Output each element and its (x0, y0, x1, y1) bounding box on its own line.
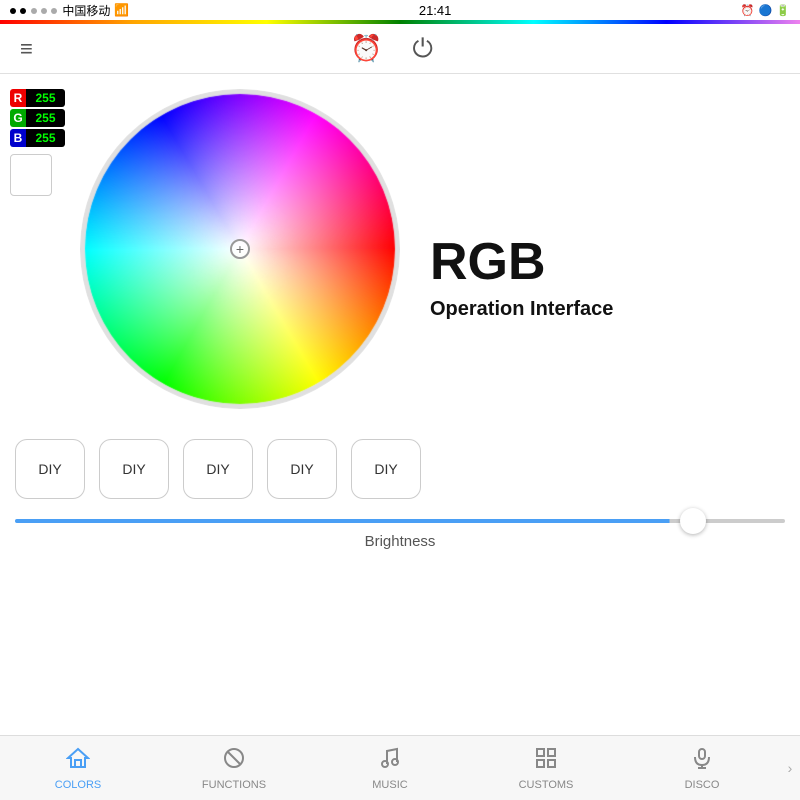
nav-item-functions[interactable]: FUNCTIONS (156, 736, 312, 800)
g-label: G (10, 109, 26, 127)
diy-button-3[interactable]: DIY (183, 439, 253, 499)
b-value: 255 (26, 129, 65, 147)
r-label: R (10, 89, 26, 107)
nav-icon-functions (222, 746, 246, 776)
alarm-status-icon: ⏰ (741, 4, 755, 17)
nav-item-colors[interactable]: COLORS (0, 736, 156, 800)
r-value: 255 (26, 89, 65, 107)
left-panel: R 255 G 255 B 255 (10, 89, 70, 409)
status-left: 中国移动 📶 (10, 2, 129, 19)
nav-icon-customs (534, 746, 558, 776)
nav-more-arrow[interactable]: › (780, 760, 800, 776)
top-nav: ≡ ⏰ ⏻ (0, 24, 800, 74)
nav-label-disco: DISCO (685, 779, 720, 791)
nav-label-music: MUSIC (372, 779, 407, 791)
g-value: 255 (26, 109, 65, 127)
alarm-button[interactable]: ⏰ (350, 33, 382, 65)
nav-label-colors: COLORS (55, 779, 101, 791)
color-preview (10, 154, 52, 196)
carrier: 中国移动 (62, 2, 110, 19)
diy-button-2[interactable]: DIY (99, 439, 169, 499)
r-value-row: R 255 (10, 89, 65, 107)
status-time: 21:41 (419, 3, 452, 18)
power-button[interactable]: ⏻ (412, 33, 433, 65)
diy-button-5[interactable]: DIY (351, 439, 421, 499)
brightness-thumb[interactable] (680, 508, 706, 534)
operation-label: Operation Interface (430, 296, 613, 322)
nav-label-customs: CUSTOMS (519, 779, 574, 791)
nav-icon-colors (66, 746, 90, 776)
right-text: RGB Operation Interface (400, 89, 790, 409)
diy-button-1[interactable]: DIY (15, 439, 85, 499)
brightness-label: Brightness (15, 533, 785, 550)
nav-label-functions: FUNCTIONS (202, 779, 266, 791)
main-content: R 255 G 255 B 255 + RGB Operation Interf… (0, 74, 800, 419)
wheel-center-marker: + (230, 239, 250, 259)
battery-icon: 🔋 (776, 4, 790, 17)
bottom-nav: COLORS FUNCTIONS MUSIC CUSTOMS DISCO › (0, 735, 800, 800)
rgb-title: RGB (430, 236, 546, 288)
nav-item-music[interactable]: MUSIC (312, 736, 468, 800)
diy-button-4[interactable]: DIY (267, 439, 337, 499)
color-wheel[interactable]: + (80, 89, 400, 409)
g-value-row: G 255 (10, 109, 65, 127)
brightness-section: Brightness (0, 504, 800, 555)
nav-item-customs[interactable]: CUSTOMS (468, 736, 624, 800)
nav-icon-music (378, 746, 402, 776)
brightness-slider[interactable] (15, 519, 785, 523)
status-bar: 中国移动 📶 21:41 ⏰ 🔵 🔋 (0, 0, 800, 20)
menu-button[interactable]: ≡ (20, 36, 33, 62)
b-label: B (10, 129, 26, 147)
bluetooth-icon: 🔵 (759, 4, 773, 17)
wifi-icon: 📶 (114, 3, 129, 17)
nav-item-disco[interactable]: DISCO (624, 736, 780, 800)
status-right: ⏰ 🔵 🔋 (741, 4, 790, 17)
diy-row: DIYDIYDIYDIYDIY (0, 439, 800, 499)
nav-center-icons: ⏰ ⏻ (350, 33, 433, 65)
signal-dots (10, 3, 58, 17)
b-value-row: B 255 (10, 129, 65, 147)
nav-icon-disco (690, 746, 714, 776)
